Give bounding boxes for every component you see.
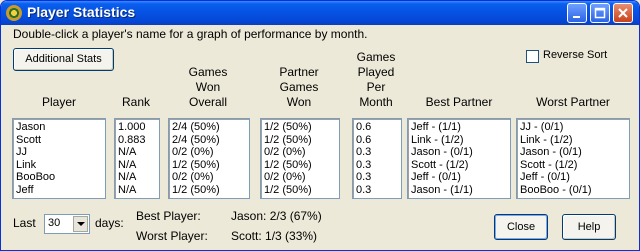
chevron-down-icon xyxy=(77,222,85,226)
window-title: Player Statistics xyxy=(27,4,136,20)
games-won-overall-listbox[interactable]: 2/4 (50%) 2/4 (50%) 0/2 (0%) 1/2 (50%) 0… xyxy=(168,118,250,199)
list-item[interactable]: Link - (1/2) xyxy=(520,134,629,147)
list-item[interactable]: Scott - (1/2) xyxy=(520,159,629,172)
list-item[interactable]: 1/2 (50%) xyxy=(264,159,339,172)
games-per-month-listbox[interactable]: 0.6 0.6 0.3 0.3 0.3 0.3 xyxy=(352,118,402,199)
header-games-played-per-month: Games Played Per Month xyxy=(356,50,396,109)
list-item[interactable]: BooBoo - (0/1) xyxy=(520,184,629,197)
list-item[interactable]: Scott xyxy=(16,134,105,147)
worst-partner-listbox[interactable]: JJ - (0/1) Link - (1/2) Jason - (0/1) Sc… xyxy=(516,118,630,199)
list-item[interactable]: Jason - (1/1) xyxy=(411,184,510,197)
header-worst-partner: Worst Partner xyxy=(536,95,610,109)
worst-player-label: Worst Player: xyxy=(136,229,208,243)
maximize-icon xyxy=(594,7,606,19)
list-item[interactable]: Jeff xyxy=(16,184,105,197)
header-rank: Rank xyxy=(121,95,150,109)
list-item[interactable]: N/A xyxy=(118,171,159,184)
player-listbox[interactable]: Jason Scott JJ Link BooBoo Jeff xyxy=(12,118,106,199)
list-item[interactable]: Jeff - (0/1) xyxy=(520,171,629,184)
best-player-label: Best Player: xyxy=(136,209,201,223)
player-statistics-window: Player Statistics Double-click a player'… xyxy=(0,0,640,251)
list-item[interactable]: Link - (1/2) xyxy=(411,134,510,147)
list-item[interactable]: Jason xyxy=(16,121,105,134)
maximize-button[interactable] xyxy=(590,3,610,23)
list-item[interactable]: Jason - (0/1) xyxy=(411,146,510,159)
title-bar[interactable]: Player Statistics xyxy=(1,1,639,25)
dartboard-icon xyxy=(6,5,22,21)
list-item[interactable]: 0.3 xyxy=(356,159,401,172)
list-item[interactable]: 2/4 (50%) xyxy=(172,121,249,134)
list-item[interactable]: 1/2 (50%) xyxy=(264,184,339,197)
close-button[interactable]: Close xyxy=(494,214,548,240)
reverse-sort-checkbox[interactable] xyxy=(526,50,539,63)
close-icon xyxy=(618,8,628,18)
list-item[interactable]: 0.3 xyxy=(356,171,401,184)
list-item[interactable]: 0/2 (0%) xyxy=(264,171,339,184)
minimize-button[interactable] xyxy=(567,3,587,23)
minimize-icon xyxy=(573,16,580,18)
additional-stats-button[interactable]: Additional Stats xyxy=(13,48,114,71)
header-player: Player xyxy=(41,95,76,109)
instruction-text: Double-click a player's name for a graph… xyxy=(13,27,368,41)
list-item[interactable]: 0/2 (0%) xyxy=(172,171,249,184)
list-item[interactable]: 0.6 xyxy=(356,121,401,134)
list-item[interactable]: 1/2 (50%) xyxy=(172,184,249,197)
list-item[interactable]: 1/2 (50%) xyxy=(264,134,339,147)
list-item[interactable]: Jeff - (1/1) xyxy=(411,121,510,134)
reverse-sort-label[interactable]: Reverse Sort xyxy=(543,49,607,61)
list-item[interactable]: Link xyxy=(16,159,105,172)
list-item[interactable]: Jeff - (0/1) xyxy=(411,171,510,184)
list-item[interactable]: 1/2 (50%) xyxy=(264,121,339,134)
header-partner-games-won: Partner Games Won xyxy=(279,65,319,109)
list-item[interactable]: 1.000 xyxy=(118,121,159,134)
list-item[interactable]: BooBoo xyxy=(16,171,105,184)
list-item[interactable]: Scott - (1/2) xyxy=(411,159,510,172)
list-item[interactable]: JJ - (0/1) xyxy=(520,121,629,134)
worst-player-value: Scott: 1/3 (33%) xyxy=(231,229,318,243)
list-item[interactable]: 0.3 xyxy=(356,184,401,197)
last-label: Last xyxy=(13,216,36,230)
list-item[interactable]: 0/2 (0%) xyxy=(172,146,249,159)
list-item[interactable]: 0.6 xyxy=(356,134,401,147)
dropdown-button[interactable] xyxy=(73,216,88,232)
list-item[interactable]: 1/2 (50%) xyxy=(172,159,249,172)
close-window-button[interactable] xyxy=(613,3,633,23)
days-select[interactable]: 30 xyxy=(44,214,90,234)
list-item[interactable]: JJ xyxy=(16,146,105,159)
header-games-won-overall: Games Won Overall xyxy=(188,65,228,109)
list-item[interactable]: N/A xyxy=(118,146,159,159)
header-best-partner: Best Partner xyxy=(425,95,493,109)
list-item[interactable]: 2/4 (50%) xyxy=(172,134,249,147)
days-select-value: 30 xyxy=(48,217,61,229)
list-item[interactable]: Jason - (0/1) xyxy=(520,146,629,159)
days-label: days: xyxy=(95,216,124,230)
best-player-value: Jason: 2/3 (67%) xyxy=(231,209,322,223)
partner-games-won-listbox[interactable]: 1/2 (50%) 1/2 (50%) 0/2 (0%) 1/2 (50%) 0… xyxy=(260,118,340,199)
help-button[interactable]: Help xyxy=(562,214,616,240)
best-partner-listbox[interactable]: Jeff - (1/1) Link - (1/2) Jason - (0/1) … xyxy=(407,118,511,199)
list-item[interactable]: 0.883 xyxy=(118,134,159,147)
list-item[interactable]: N/A xyxy=(118,184,159,197)
list-item[interactable]: 0.3 xyxy=(356,146,401,159)
list-item[interactable]: 0/2 (0%) xyxy=(264,146,339,159)
list-item[interactable]: N/A xyxy=(118,159,159,172)
rank-listbox[interactable]: 1.000 0.883 N/A N/A N/A N/A xyxy=(114,118,160,199)
